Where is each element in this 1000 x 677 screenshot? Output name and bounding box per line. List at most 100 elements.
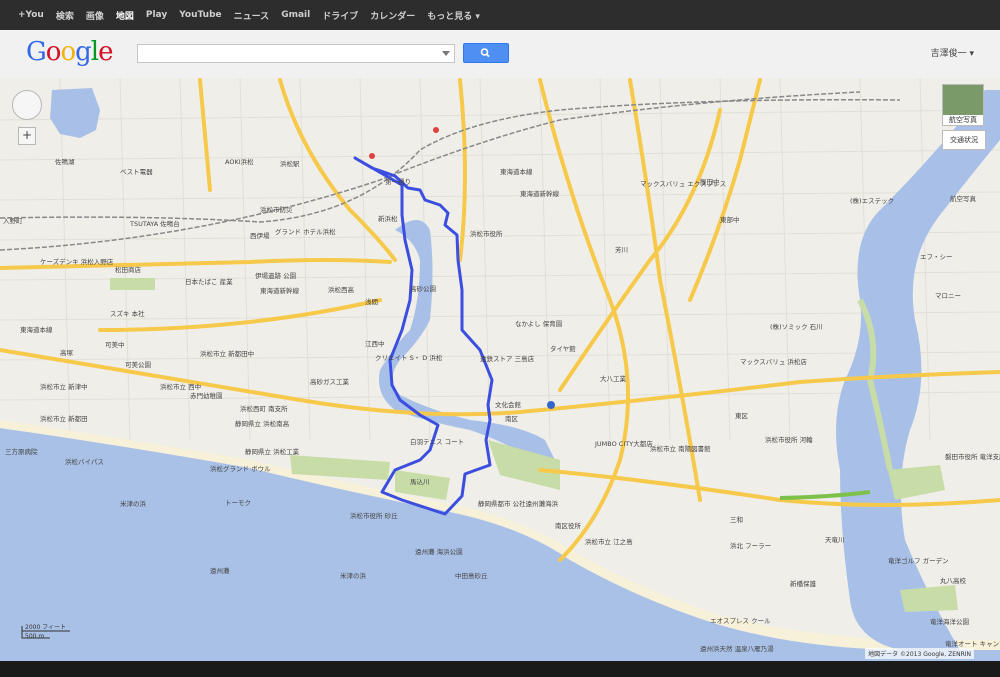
map-place-label[interactable]: (株)エステック (850, 195, 894, 205)
map-place-label[interactable]: 米津の浜 (120, 498, 146, 508)
map-place-label[interactable]: 浜松市立 新都田中 (200, 348, 254, 358)
map-place-label[interactable]: 高塚 (60, 347, 73, 357)
topnav-item[interactable]: ドライブ (322, 9, 358, 22)
station-marker[interactable] (369, 153, 375, 159)
map-place-label[interactable]: 遠州浜天然 温泉八雁乃湯 (700, 643, 774, 653)
map-place-label[interactable]: 浜松市役所 (470, 228, 503, 238)
map-place-label[interactable]: 遠州灘 (210, 565, 230, 575)
map-place-label[interactable]: ケーズデンキ 浜松入野店 (40, 256, 113, 266)
map-place-label[interactable]: 竜洋海洋公園 (930, 616, 969, 626)
map-place-label[interactable]: 浜松市役所 河輪 (765, 434, 813, 444)
map-place-label[interactable]: 浜松西町 南支所 (240, 403, 288, 413)
map-place-label[interactable]: グランド ホテル浜松 (275, 226, 336, 236)
map-place-label[interactable]: 白羽テニス コート (410, 436, 464, 446)
map-place-label[interactable]: 高砂ガス工業 (310, 376, 349, 386)
map-place-label[interactable]: 浜松市立 新津中 (40, 381, 88, 391)
map-place-label[interactable]: マロニー (935, 290, 961, 300)
map-place-label[interactable]: 江西中 (365, 338, 385, 348)
map-place-label[interactable]: 航空写真 (950, 193, 976, 203)
topnav-item[interactable]: ニュース (234, 9, 270, 22)
map-place-label[interactable]: 浜北 フーラー (730, 540, 771, 550)
map-place-label[interactable]: 佐鳴湖 (55, 156, 75, 166)
chevron-down-icon[interactable] (442, 51, 450, 56)
map-place-label[interactable]: 米津の浜 (340, 570, 366, 580)
search-button[interactable] (463, 43, 509, 63)
map-place-label[interactable]: ベスト電器 (120, 166, 153, 176)
map-place-label[interactable]: 東海道本線 (20, 324, 53, 334)
map-place-label[interactable]: 磐田市役所 竜洋支所 (945, 451, 1000, 461)
map-place-label[interactable]: 馬込川 (410, 476, 430, 486)
map-place-label[interactable]: 静岡県立 浜松工業 (245, 446, 299, 456)
map-place-label[interactable]: 浅間 (365, 296, 378, 306)
map-place-label[interactable]: なかよし 保育園 (515, 318, 562, 328)
topnav-item[interactable]: 地図 (116, 9, 134, 22)
map-place-label[interactable]: 浜松市立 江之島 (585, 536, 633, 546)
zoom-in-button[interactable]: + (18, 127, 36, 145)
map-place-label[interactable]: 東海道本線 (500, 166, 533, 176)
map-place-label[interactable]: 芳川 (615, 244, 628, 254)
map-place-label[interactable]: 静岡県立 浜松南高 (235, 418, 289, 428)
map-place-label[interactable]: 可美中 (105, 339, 125, 349)
map-place-label[interactable]: 新橋保護 (790, 578, 816, 588)
map-place-label[interactable]: スズキ 本社 (110, 308, 145, 318)
map-place-label[interactable]: 日本たばこ 産業 (185, 276, 233, 286)
map-place-label[interactable]: 遠州灘 海浜公園 (415, 546, 463, 556)
map-place-label[interactable]: 高砂公園 (410, 283, 436, 293)
topnav-item[interactable]: Play (146, 10, 167, 20)
map-place-label[interactable]: 遠鉄ストア 三島店 (480, 353, 534, 363)
map-place-label[interactable]: 文化会館 (495, 399, 521, 409)
map-place-label[interactable]: 浜松西高 (328, 284, 354, 294)
topnav-item[interactable]: +You (18, 10, 44, 20)
map-canvas[interactable]: + 航空写真 交通状況 佐鳴湖 ベスト電器 AOKI浜松 浜松駅 東海道本線 新浜松 第一通… (0, 78, 1000, 661)
map-place-label[interactable]: 浜松市役所 砂丘 (350, 510, 398, 520)
topnav-item[interactable]: カレンダー (370, 9, 415, 22)
map-place-label[interactable]: 浜松市立 新都田 (40, 413, 88, 423)
map-place-label[interactable]: 中田島砂丘 (455, 570, 488, 580)
map-place-label[interactable]: 東海道新幹線 (520, 188, 559, 198)
topnav-item[interactable]: Gmail (281, 10, 310, 20)
map-place-label[interactable]: 大八工業 (600, 373, 626, 383)
map-place-label[interactable]: 赤門幼稚園 (190, 390, 223, 400)
map-place-label[interactable]: 三方原病院 (5, 446, 38, 456)
route-marker[interactable] (547, 401, 555, 409)
map-place-label[interactable]: (株)ソミック 石川 (770, 321, 823, 331)
map-place-label[interactable]: 浜松グランド ボウル (210, 463, 271, 473)
map-place-label[interactable]: 東海道新幹線 (260, 285, 299, 295)
map-place-label[interactable]: 伊場遺跡 公園 (255, 270, 296, 280)
traffic-toggle[interactable]: 交通状況 (942, 130, 986, 150)
map-place-label[interactable]: 浜松市立 南陽図書館 (650, 443, 711, 453)
search-input[interactable] (137, 44, 455, 63)
map-place-label[interactable]: 浜松市立 西中 (160, 381, 201, 391)
map-place-label[interactable]: 丸八高校 (940, 575, 966, 585)
pan-control[interactable] (12, 90, 42, 120)
map-place-label[interactable]: AOKI浜松 (225, 156, 254, 166)
map-place-label[interactable]: クリエイト S・ D 浜松 (375, 352, 442, 362)
map-place-label[interactable]: 竜洋ゴルフ ガーデン (888, 555, 949, 565)
map-place-label[interactable]: 竜洋オート キャンプ場 (945, 638, 1000, 648)
map-place-label[interactable]: 松田商店 (115, 264, 141, 274)
map-place-label[interactable]: 天竜川 (825, 534, 845, 544)
map-place-label[interactable]: 第一通り (385, 176, 411, 186)
aerial-photo-toggle[interactable]: 航空写真 (942, 84, 984, 126)
map-place-label[interactable]: JUMBO CITY大都店 (595, 438, 653, 448)
map-place-label[interactable]: タイヤ館 (550, 343, 576, 353)
google-logo[interactable]: Google (26, 37, 113, 67)
map-place-label[interactable]: 浜松バイパス (65, 456, 104, 466)
map-place-label[interactable]: 南区役所 (555, 520, 581, 530)
topnav-item[interactable]: 検索 (56, 9, 74, 22)
topnav-item[interactable]: YouTube (179, 10, 221, 20)
station-marker[interactable] (433, 127, 439, 133)
map-place-label[interactable]: 浜松駅 (280, 158, 300, 168)
map-place-label[interactable]: TSUTAYA 佐鳴台 (130, 218, 180, 228)
map-place-label[interactable]: 入野町 (3, 215, 23, 225)
map-place-label[interactable]: 飯田中 (700, 176, 720, 186)
map-place-label[interactable]: 静岡県都市 公社遠州灘海浜 (478, 498, 558, 508)
map-place-label[interactable]: 新浜松 (378, 213, 398, 223)
map-place-label[interactable]: トーモク (225, 497, 251, 507)
map-place-label[interactable]: 三和 (730, 514, 743, 524)
map-place-label[interactable]: 東部中 (720, 214, 740, 224)
map-place-label[interactable]: 西伊場 (250, 230, 270, 240)
map-place-label[interactable]: 東区 (735, 410, 748, 420)
topnav-item[interactable]: もっと見る ▾ (427, 9, 480, 22)
topnav-item[interactable]: 画像 (86, 9, 104, 22)
